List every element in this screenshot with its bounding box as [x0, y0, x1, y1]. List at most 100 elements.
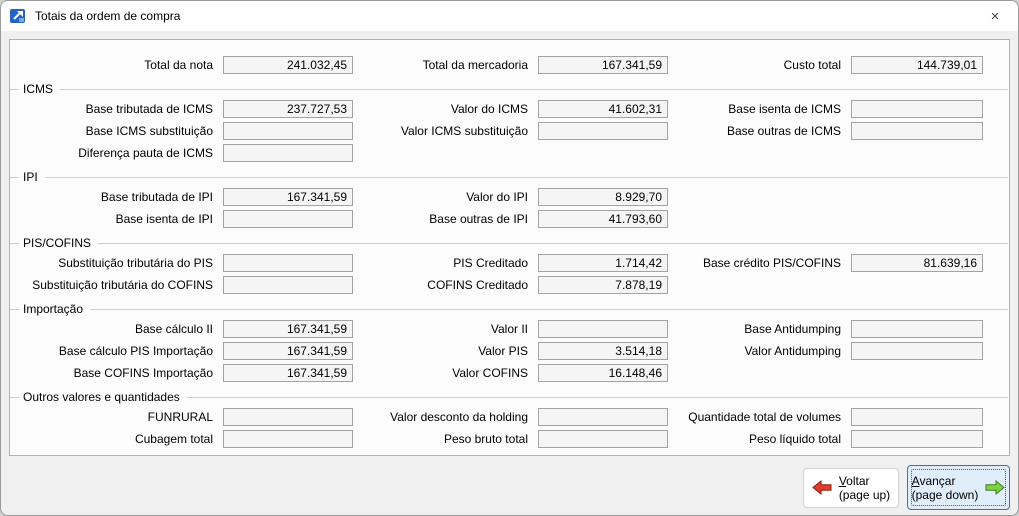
form-row: Substituição tributária do COFINS COFINS …	[10, 274, 1009, 296]
field-cubagem-total[interactable]	[223, 430, 353, 448]
button-bar: Voltar (page up) Avançar (page down)	[803, 465, 1010, 510]
section-header-icms: ICMS	[10, 82, 1009, 96]
section-divider	[10, 89, 19, 90]
label-valor-desconto-da-holding: Valor desconto da holding	[353, 410, 538, 424]
back-button-sublabel: (page up)	[839, 488, 890, 502]
label-diferenca-pauta-de-icms: Diferença pauta de ICMS	[10, 146, 223, 160]
form-row: Cubagem totalPeso bruto totalPeso líquid…	[10, 428, 1009, 450]
section-header-pis-cofins: PIS/COFINS	[10, 236, 1009, 250]
form-row: Base cálculo II167.341,59Valor II Base An…	[10, 318, 1009, 340]
field-base-isenta-de-ipi[interactable]	[223, 210, 353, 228]
section-title-pis-cofins: PIS/COFINS	[19, 236, 98, 250]
field-base-tributada-de-icms[interactable]: 237.727,53	[223, 100, 353, 118]
section-divider	[10, 397, 19, 398]
field-valor-antidumping[interactable]	[851, 342, 983, 360]
field-valor-ii[interactable]	[538, 320, 668, 338]
section-divider	[60, 89, 1008, 90]
section-title-ipi: IPI	[19, 170, 45, 184]
label-peso-liquido-total: Peso líquido total	[668, 432, 851, 446]
field-base-outras-de-icms[interactable]	[851, 122, 983, 140]
form-row: Base COFINS Importação167.341,59Valor CO…	[10, 362, 1009, 384]
section-divider	[45, 177, 1008, 178]
field-base-icms-substituicao[interactable]	[223, 122, 353, 140]
field-base-antidumping[interactable]	[851, 320, 983, 338]
form-row: Base tributada de IPI167.341,59Valor do …	[10, 186, 1009, 208]
form-row: Base ICMS substituição Valor ICMS substit…	[10, 120, 1009, 142]
totals-form-panel: Total da nota241.032,45Total da mercador…	[9, 39, 1010, 456]
field-substituicao-tributaria-do-pis[interactable]	[223, 254, 353, 272]
label-total-da-nota: Total da nota	[10, 58, 223, 72]
label-valor-do-ipi: Valor do IPI	[353, 190, 538, 204]
label-base-outras-de-icms: Base outras de ICMS	[668, 124, 851, 138]
form-row: Base isenta de IPIBase outras de IPI41.7…	[10, 208, 1009, 230]
field-peso-bruto-total[interactable]	[538, 430, 668, 448]
section-divider	[10, 243, 19, 244]
forward-arrow-icon	[985, 480, 1005, 495]
label-base-credito-pis-cofins: Base crédito PIS/COFINS	[668, 256, 851, 270]
field-valor-do-ipi[interactable]: 8.929,70	[538, 188, 668, 206]
back-button-text: Voltar (page up)	[839, 474, 890, 502]
field-base-calculo-pis-importacao[interactable]: 167.341,59	[223, 342, 353, 360]
section-title-outros-valores-e-quantidades: Outros valores e quantidades	[19, 390, 187, 404]
title-bar: Totais da ordem de compra ×	[1, 1, 1018, 31]
label-base-isenta-de-icms: Base isenta de ICMS	[668, 102, 851, 116]
label-valor-ii: Valor II	[353, 322, 538, 336]
field-valor-cofins[interactable]: 16.148,46	[538, 364, 668, 382]
label-peso-bruto-total: Peso bruto total	[353, 432, 538, 446]
field-total-da-mercadoria[interactable]: 167.341,59	[538, 56, 668, 74]
label-base-calculo-ii: Base cálculo II	[10, 322, 223, 336]
label-valor-icms-substituicao: Valor ICMS substituição	[353, 124, 538, 138]
field-diferenca-pauta-de-icms[interactable]	[223, 144, 353, 162]
back-button-label: Voltar	[839, 474, 890, 488]
field-valor-pis[interactable]: 3.514,18	[538, 342, 668, 360]
field-funrural[interactable]	[223, 408, 353, 426]
form-row: Substituição tributária do PISPIS Credit…	[10, 252, 1009, 274]
form-row: Total da nota241.032,45Total da mercador…	[10, 54, 1009, 76]
section-header-ipi: IPI	[10, 170, 1009, 184]
label-base-icms-substituicao: Base ICMS substituição	[10, 124, 223, 138]
label-base-antidumping: Base Antidumping	[668, 322, 851, 336]
section-title-icms: ICMS	[19, 82, 60, 96]
label-base-isenta-de-ipi: Base isenta de IPI	[10, 212, 223, 226]
field-valor-icms-substituicao[interactable]	[538, 122, 668, 140]
form-row: FUNRURALValor desconto da holdingQuantid…	[10, 406, 1009, 428]
label-funrural: FUNRURAL	[10, 410, 223, 424]
field-custo-total[interactable]: 144.739,01	[851, 56, 983, 74]
label-total-da-mercadoria: Total da mercadoria	[353, 58, 538, 72]
field-base-calculo-ii[interactable]: 167.341,59	[223, 320, 353, 338]
field-cofins-creditado[interactable]: 7.878,19	[538, 276, 668, 294]
field-base-outras-de-ipi[interactable]: 41.793,60	[538, 210, 668, 228]
label-substituicao-tributaria-do-cofins: Substituição tributária do COFINS	[10, 278, 223, 292]
label-base-cofins-importacao: Base COFINS Importação	[10, 366, 223, 380]
section-header-outros-valores-e-quantidades: Outros valores e quantidades	[10, 390, 1009, 404]
field-base-credito-pis-cofins[interactable]: 81.639,16	[851, 254, 983, 272]
field-total-da-nota[interactable]: 241.032,45	[223, 56, 353, 74]
field-base-tributada-de-ipi[interactable]: 167.341,59	[223, 188, 353, 206]
section-title-importacao: Importação	[19, 302, 90, 316]
field-substituicao-tributaria-do-cofins[interactable]	[223, 276, 353, 294]
field-base-isenta-de-icms[interactable]	[851, 100, 983, 118]
field-valor-do-icms[interactable]: 41.602,31	[538, 100, 668, 118]
label-base-tributada-de-icms: Base tributada de ICMS	[10, 102, 223, 116]
label-pis-creditado: PIS Creditado	[353, 256, 538, 270]
label-base-calculo-pis-importacao: Base cálculo PIS Importação	[10, 344, 223, 358]
section-divider	[98, 243, 1008, 244]
totals-dialog: Totais da ordem de compra × Total da not…	[0, 0, 1019, 516]
field-pis-creditado[interactable]: 1.714,42	[538, 254, 668, 272]
back-button[interactable]: Voltar (page up)	[803, 468, 899, 508]
app-icon	[10, 8, 26, 24]
field-peso-liquido-total[interactable]	[851, 430, 983, 448]
close-icon[interactable]: ×	[972, 1, 1018, 31]
section-divider	[90, 309, 1008, 310]
form-row: Diferença pauta de ICMS	[10, 142, 1009, 164]
label-valor-pis: Valor PIS	[353, 344, 538, 358]
label-valor-antidumping: Valor Antidumping	[668, 344, 851, 358]
forward-button[interactable]: Avançar (page down)	[907, 465, 1010, 510]
forward-button-text: Avançar (page down)	[912, 474, 979, 502]
section-header-importacao: Importação	[10, 302, 1009, 316]
field-valor-desconto-da-holding[interactable]	[538, 408, 668, 426]
forward-button-sublabel: (page down)	[912, 488, 979, 502]
field-quantidade-total-de-volumes[interactable]	[851, 408, 983, 426]
field-base-cofins-importacao[interactable]: 167.341,59	[223, 364, 353, 382]
label-cofins-creditado: COFINS Creditado	[353, 278, 538, 292]
